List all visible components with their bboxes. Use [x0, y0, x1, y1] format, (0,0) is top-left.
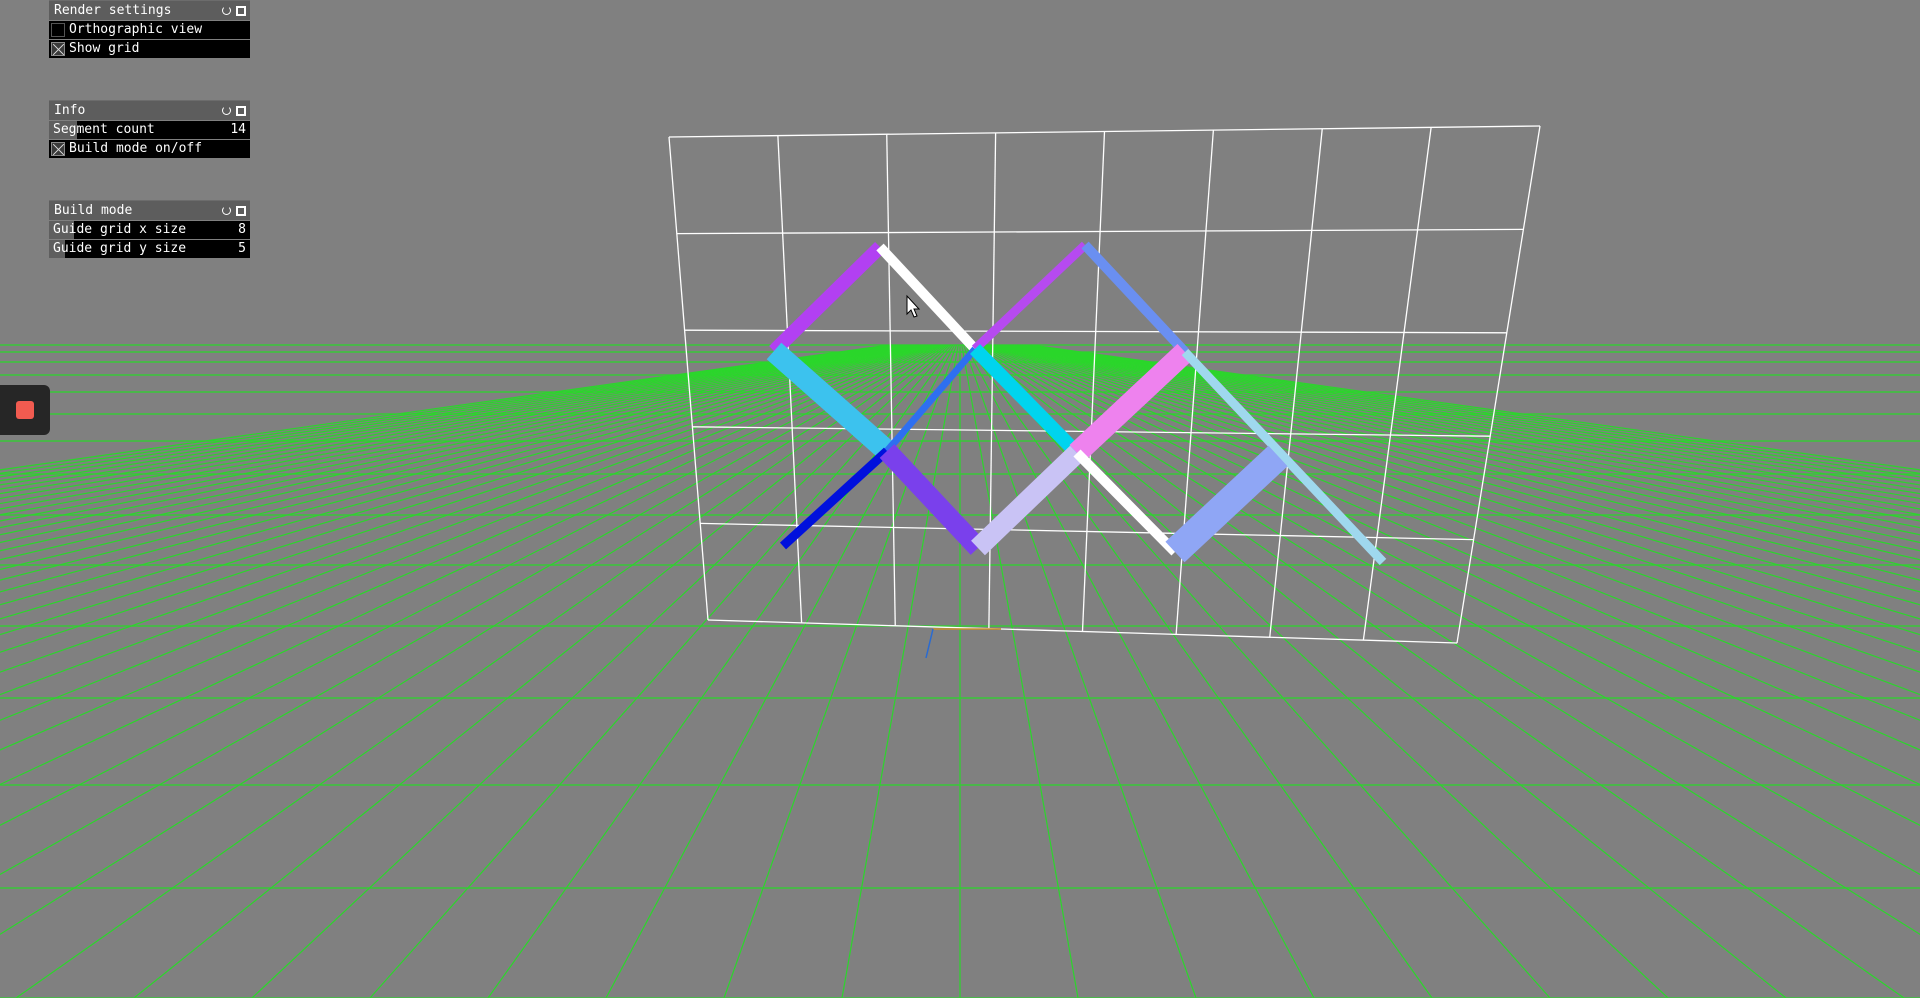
floor-grid-line-v — [0, 344, 930, 653]
floor-grid-line-v — [251, 344, 950, 998]
floor-grid-line-v — [979, 344, 1920, 827]
floor-grid-line-v — [0, 344, 889, 471]
floor-grid-line-v — [988, 344, 1920, 673]
floor-grid-line-v — [1025, 344, 1920, 482]
floor-grid-line-v — [1011, 344, 1920, 522]
floor-grid — [0, 344, 1920, 998]
floor-grid-line-v — [0, 344, 907, 516]
guide-grid-line-v — [988, 132, 997, 629]
floor-grid-line-v — [0, 344, 897, 486]
floor-grid-line-v — [0, 344, 900, 495]
guide-grid-x-slider[interactable]: Guide grid x size 8 — [49, 221, 250, 239]
segment-count-field[interactable]: Segment count 14 — [49, 121, 250, 139]
guide-grid-y-slider[interactable]: Guide grid y size 5 — [49, 240, 250, 258]
refresh-icon[interactable] — [221, 5, 232, 16]
panel-title: Render settings — [54, 3, 172, 18]
build-mode-toggle[interactable]: Build mode on/off — [49, 140, 250, 158]
floor-grid-line-v — [0, 344, 895, 482]
floor-grid-line-v — [0, 344, 891, 474]
segment-count-value: 14 — [230, 122, 246, 137]
floor-grid-line-v — [981, 344, 1920, 786]
floor-grid-line-v — [1029, 344, 1920, 474]
floor-grid-line-v — [991, 344, 1920, 636]
render-settings-title-bar[interactable]: Render settings — [49, 0, 250, 20]
viewport-3d[interactable] — [0, 0, 1920, 998]
refresh-icon[interactable] — [221, 205, 232, 216]
floor-grid-line-v — [0, 344, 913, 536]
show-grid-checkbox[interactable] — [51, 42, 65, 56]
segment-3 — [971, 241, 1089, 353]
floor-grid-line-v — [0, 344, 929, 636]
floor-grid-line-v — [1022, 344, 1920, 490]
floor-grid-line-v — [964, 344, 1315, 998]
origin-axes — [925, 628, 1001, 659]
floor-grid-line-v — [1031, 344, 1920, 471]
floor-grid-line-v — [0, 344, 941, 827]
floor-grid-line-v — [0, 344, 936, 721]
segment-1 — [769, 242, 885, 356]
floor-grid-line-v — [990, 344, 1920, 653]
floor-grid-line-v — [605, 344, 956, 998]
stop-icon[interactable] — [16, 401, 34, 419]
floor-grid-line-v — [986, 344, 1920, 696]
floor-grid-line-v — [1007, 344, 1920, 536]
floor-grid-line-v — [723, 344, 958, 998]
show-grid-label: Show grid — [69, 41, 140, 56]
floor-grid-line-v — [0, 344, 938, 751]
floor-grid-line-v — [0, 344, 939, 786]
floor-grid-line-v — [0, 344, 898, 490]
segment-14 — [1165, 445, 1288, 563]
guide-grid-y-label: Guide grid y size — [53, 241, 187, 256]
build-mode-checkbox[interactable] — [51, 142, 65, 156]
segment-11 — [879, 444, 986, 555]
segment-4 — [1081, 241, 1189, 356]
guide-grid-x-value: 8 — [238, 222, 246, 237]
build-mode-title-bar[interactable]: Build mode — [49, 200, 250, 220]
orthographic-view-label: Orthographic view — [69, 22, 203, 37]
mouse-cursor-icon — [906, 294, 921, 318]
record-widget — [0, 385, 50, 435]
floor-grid-line-v — [968, 344, 1551, 998]
segment-2 — [876, 243, 979, 353]
floor-grid-line-v — [133, 344, 948, 998]
guide-grid-x-label: Guide grid x size — [53, 222, 187, 237]
floor-grid-line-v — [0, 344, 911, 529]
floor-grid-line-v — [0, 344, 945, 936]
minimize-icon[interactable] — [236, 5, 246, 16]
build-mode-panel: Build mode Guide grid x size 8 Guide gri… — [49, 200, 250, 258]
minimize-icon[interactable] — [236, 205, 246, 216]
refresh-icon[interactable] — [221, 105, 232, 116]
floor-grid-line-v — [0, 344, 943, 876]
floor-grid-line-v — [0, 344, 905, 510]
floor-grid-line-v — [0, 344, 902, 500]
minimize-icon[interactable] — [236, 105, 246, 116]
floor-grid-line-v — [1009, 344, 1920, 529]
panel-title: Build mode — [54, 203, 133, 218]
orthographic-view-checkbox[interactable] — [51, 23, 65, 37]
segment-6 — [884, 346, 978, 454]
floor-grid-line-v — [841, 344, 959, 998]
floor-grid-line-v — [982, 344, 1920, 751]
floor-grid-line-v — [1018, 344, 1920, 500]
panel-title: Info — [54, 103, 86, 118]
floor-grid-line-v — [1023, 344, 1920, 486]
floor-grid-line-v — [1020, 344, 1920, 495]
build-mode-label: Build mode on/off — [69, 141, 203, 156]
floor-grid-line-v — [977, 344, 1920, 876]
orthographic-view-toggle[interactable]: Orthographic view — [49, 21, 250, 39]
floor-grid-line-v — [984, 344, 1920, 721]
guide-grid-y-value: 5 — [238, 241, 246, 256]
floor-grid-line-v — [1015, 344, 1920, 510]
render-settings-panel: Render settings Orthographic view Show g… — [49, 0, 250, 58]
floor-grid-line-v — [0, 344, 909, 522]
floor-grid-line-v — [975, 344, 1920, 936]
floor-grid-line-v — [1013, 344, 1920, 516]
info-panel: Info Segment count 14 Build mode on/off — [49, 100, 250, 158]
guide-grid-line-v — [1362, 127, 1432, 641]
info-title-bar[interactable]: Info — [49, 100, 250, 120]
show-grid-toggle[interactable]: Show grid — [49, 40, 250, 58]
floor-grid-line-v — [0, 344, 932, 673]
segment-count-label: Segment count — [53, 122, 155, 137]
segment-12 — [971, 445, 1084, 556]
